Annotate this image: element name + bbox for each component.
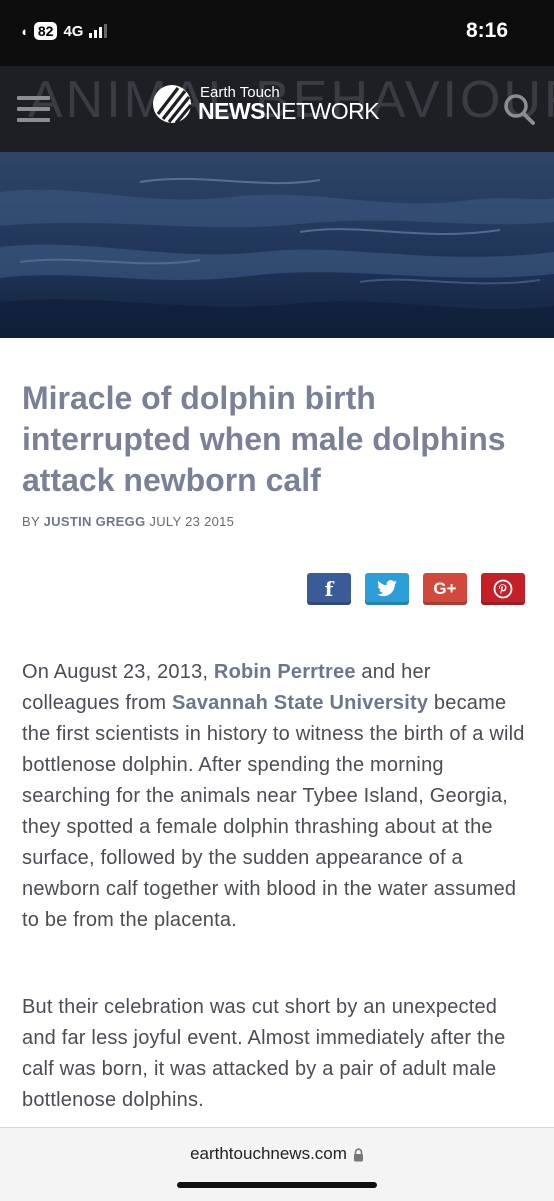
- lock-icon: [353, 1147, 363, 1162]
- logo-news-network: NEWSNETWORK: [198, 98, 380, 124]
- hero-image: [0, 152, 554, 338]
- publish-date: JULY 23 2015: [149, 514, 235, 529]
- signal-icon: [89, 24, 108, 38]
- pinterest-share-button[interactable]: [481, 573, 525, 605]
- hamburger-menu-icon[interactable]: [17, 96, 50, 122]
- site-header: ANIMAL BEHAVIOUR Earth Touch NEWSNETWORK: [0, 66, 554, 152]
- twitter-share-button[interactable]: [365, 573, 409, 605]
- clock: 8:16: [465, 19, 508, 42]
- logo-stripes-icon: [153, 85, 192, 124]
- p1-text-end: became the first scientists in history t…: [22, 692, 525, 931]
- byline-prefix: BY: [22, 514, 40, 529]
- p1-text-start: On August 23, 2013,: [22, 661, 214, 683]
- logo-network: NETWORK: [265, 98, 380, 124]
- article-byline: BY JUSTIN GREGG JULY 23 2015: [22, 514, 234, 529]
- site-logo[interactable]: Earth Touch NEWSNETWORK: [152, 84, 380, 124]
- facebook-share-button[interactable]: f: [307, 573, 351, 605]
- share-buttons: f G+: [307, 573, 525, 605]
- status-bar: ◖ 82 4G 8:16: [0, 0, 554, 66]
- google-plus-icon: G+: [433, 579, 457, 598]
- university-link[interactable]: Savannah State University: [172, 692, 428, 714]
- article-paragraph-1: On August 23, 2013, Robin Perrtree and h…: [22, 657, 532, 936]
- battery-level: 82: [33, 22, 58, 40]
- logo-news: NEWS: [198, 98, 266, 124]
- status-left: ◖ 82 4G: [20, 22, 108, 40]
- author-link[interactable]: JUSTIN GREGG: [44, 514, 146, 529]
- article-paragraph-2: But their celebration was cut short by a…: [22, 996, 506, 1111]
- google-plus-share-button[interactable]: G+: [423, 573, 467, 605]
- researcher-link[interactable]: Robin Perrtree: [214, 661, 356, 683]
- home-indicator[interactable]: [177, 1182, 377, 1188]
- ocean-waves-image: [0, 152, 554, 338]
- article-title: Miracle of dolphin birth interrupted whe…: [22, 380, 506, 498]
- twitter-bird-icon: [377, 580, 397, 597]
- pinterest-icon: [493, 579, 513, 599]
- url-text: earthtouchnews.com: [190, 1144, 347, 1163]
- logo-text: Earth Touch NEWSNETWORK: [198, 85, 380, 124]
- browser-address-bar[interactable]: earthtouchnews.com: [0, 1127, 554, 1201]
- network-type: 4G: [63, 22, 84, 40]
- url-display[interactable]: earthtouchnews.com: [0, 1144, 554, 1164]
- call-icon: ◖: [20, 23, 28, 39]
- search-icon[interactable]: [502, 92, 536, 126]
- facebook-icon: f: [324, 577, 334, 601]
